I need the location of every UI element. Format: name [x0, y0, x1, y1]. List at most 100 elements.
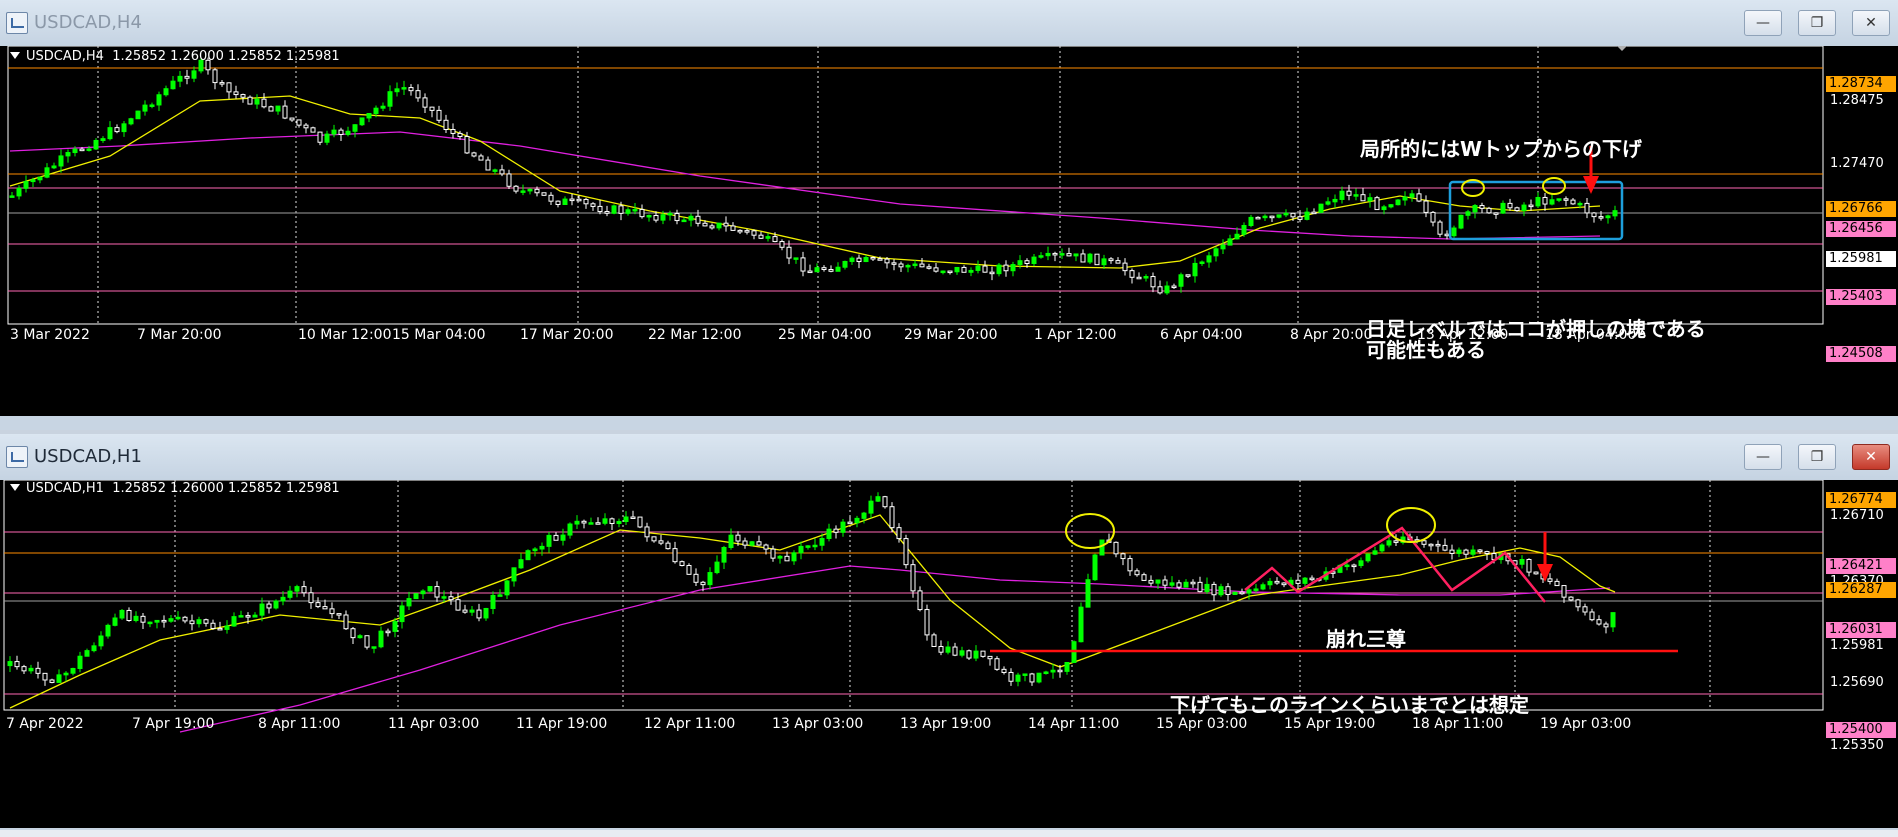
bull-candle	[58, 155, 64, 167]
bear-candle	[1528, 204, 1534, 208]
time-axis-label: 13 Apr 03:00	[772, 716, 864, 732]
h1-chart-area[interactable]: USDCAD,H1 1.25852 1.26000 1.25852 1.2598…	[0, 480, 1898, 828]
bull-candle	[399, 605, 405, 623]
bear-candle	[429, 106, 435, 111]
bear-candle	[1554, 580, 1560, 587]
bull-candle	[1031, 256, 1037, 265]
bull-candle	[1276, 214, 1282, 218]
bull-candle	[560, 534, 566, 541]
bull-candle	[1220, 244, 1226, 250]
bull-candle	[254, 98, 260, 105]
maximize-button[interactable]: ❐	[1798, 10, 1836, 36]
bull-candle	[1605, 215, 1611, 219]
bear-candle	[1185, 274, 1191, 277]
time-axis-label: 25 Mar 04:00	[778, 327, 872, 343]
bear-candle	[644, 526, 650, 538]
bear-candle	[744, 230, 750, 233]
bear-candle	[994, 658, 1000, 670]
bear-candle	[763, 544, 769, 550]
price-tick: 1.25350	[1830, 738, 1884, 753]
window-h1-titlebar[interactable]: USDCAD,H1 — ❐ ✕	[0, 434, 1898, 480]
bear-candle	[1136, 276, 1142, 280]
bull-candle	[849, 257, 855, 262]
bull-candle	[1318, 203, 1324, 213]
bear-candle	[240, 94, 246, 98]
window-h1: USDCAD,H1 — ❐ ✕ USDCAD,H1 1.25852 1.2600…	[0, 434, 1898, 830]
bear-candle	[1309, 577, 1315, 581]
bear-candle	[336, 613, 342, 616]
bull-candle	[1465, 211, 1471, 216]
bull-candle	[1549, 199, 1555, 205]
bear-candle	[672, 548, 678, 563]
close-button[interactable]: ✕	[1852, 444, 1890, 470]
bull-candle	[492, 169, 498, 172]
bear-candle	[1435, 543, 1441, 547]
bear-candle	[184, 75, 190, 79]
bull-candle	[105, 624, 111, 637]
bull-candle	[1395, 199, 1401, 206]
bear-candle	[1603, 623, 1609, 628]
bear-candle	[693, 573, 699, 583]
h4-symbol-header: USDCAD,H4 1.25852 1.26000 1.25852 1.2598…	[10, 49, 340, 64]
bear-candle	[450, 129, 456, 134]
bear-candle	[756, 541, 762, 546]
bull-candle	[224, 625, 230, 630]
bull-candle	[1379, 544, 1385, 552]
bull-candle	[149, 104, 155, 107]
dropdown-triangle-icon[interactable]	[10, 52, 20, 59]
bear-candle	[821, 267, 827, 271]
minimize-button[interactable]: —	[1744, 10, 1782, 36]
bull-candle	[1386, 540, 1392, 546]
h1-chart-canvas[interactable]	[0, 480, 1898, 828]
bear-candle	[1171, 285, 1177, 289]
bear-candle	[443, 119, 449, 131]
bull-candle	[1260, 584, 1266, 590]
bear-candle	[1141, 574, 1147, 581]
bull-candle	[1339, 190, 1345, 200]
maximize-button[interactable]: ❐	[1798, 444, 1836, 470]
bull-candle	[70, 667, 76, 674]
bear-candle	[933, 267, 939, 272]
bull-candle	[373, 107, 379, 114]
bear-candle	[1449, 549, 1455, 554]
bull-candle	[504, 580, 510, 596]
dropdown-triangle-icon[interactable]	[10, 484, 20, 491]
h4-header-text: USDCAD,H4 1.25852 1.26000 1.25852 1.2598…	[26, 49, 340, 64]
bear-candle	[686, 565, 692, 575]
bear-candle	[471, 152, 477, 157]
h4-chart-area[interactable]: USDCAD,H4 1.25852 1.26000 1.25852 1.2598…	[0, 46, 1898, 416]
bear-candle	[268, 106, 274, 112]
bear-candle	[709, 225, 715, 229]
bull-candle	[840, 521, 846, 533]
bull-candle	[56, 674, 62, 683]
bull-candle	[1372, 550, 1378, 555]
bear-candle	[952, 646, 958, 656]
window-h4-titlebar[interactable]: USDCAD,H4 — ❐ ✕	[0, 0, 1898, 46]
bull-candle	[1302, 577, 1308, 584]
bear-candle	[455, 599, 461, 611]
bear-candle	[1479, 205, 1485, 209]
bull-candle	[996, 264, 1002, 275]
bull-candle	[1143, 276, 1149, 279]
bull-candle	[574, 520, 580, 525]
bear-candle	[317, 131, 323, 143]
h4-chart-canvas[interactable]	[0, 46, 1898, 416]
bear-candle	[583, 198, 589, 205]
price-label-pink: 1.25403	[1826, 289, 1896, 305]
bear-candle	[751, 230, 757, 236]
bear-candle	[189, 620, 195, 625]
bull-candle	[1248, 216, 1254, 226]
bear-candle	[980, 650, 986, 657]
bull-candle	[1204, 583, 1210, 593]
bull-candle	[525, 550, 531, 561]
bear-candle	[434, 586, 440, 598]
minimize-button[interactable]: —	[1744, 444, 1782, 470]
close-button[interactable]: ✕	[1852, 10, 1890, 36]
bear-candle	[436, 109, 442, 121]
bull-candle	[406, 598, 412, 607]
bull-candle	[378, 630, 384, 648]
bear-candle	[1080, 253, 1086, 263]
bull-candle	[231, 616, 237, 627]
bull-candle	[156, 94, 162, 106]
bear-candle	[1162, 579, 1168, 586]
